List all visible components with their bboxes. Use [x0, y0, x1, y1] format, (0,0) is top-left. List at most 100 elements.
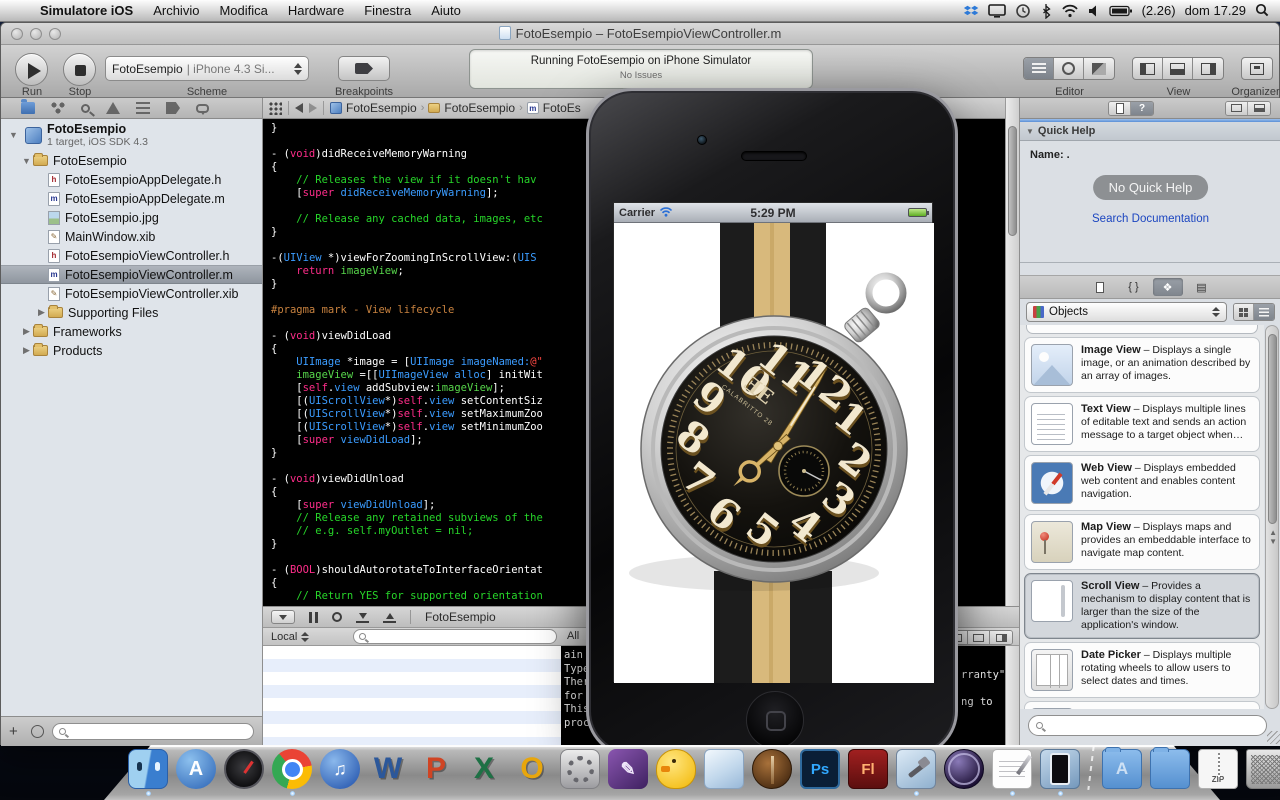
battery-icon[interactable] — [1109, 5, 1133, 17]
debug-navigator-icon[interactable] — [196, 104, 209, 113]
partial-library-item[interactable] — [1026, 325, 1258, 334]
code-line[interactable]: { — [271, 161, 543, 174]
breadcrumb-segment[interactable]: FotoEsempio — [428, 101, 515, 115]
disclosure-triangle[interactable]: ▶ — [20, 345, 33, 356]
code-line[interactable] — [271, 551, 543, 564]
code-line[interactable] — [271, 200, 543, 213]
code-line[interactable]: - (void)viewDidUnload — [271, 473, 543, 486]
navigator-filter-field[interactable] — [52, 723, 254, 740]
file-row[interactable]: ▶Products — [1, 341, 262, 360]
breadcrumb-segment[interactable]: mFotoEs — [527, 101, 581, 115]
dock-item-crystal[interactable] — [702, 749, 746, 796]
battery-percent[interactable]: (2.26) — [1142, 3, 1176, 18]
code-line[interactable]: return imageView; — [271, 265, 543, 278]
document-proxy-icon[interactable] — [499, 26, 511, 40]
dock-item-applications[interactable]: A — [1100, 749, 1144, 796]
library-item-picker-view[interactable]: Picker View – Displays a spinning-wheel … — [1024, 701, 1260, 709]
issue-navigator-icon[interactable] — [106, 102, 120, 114]
code-line[interactable]: // Release any retained subviews of the — [271, 512, 543, 525]
project-navigator-icon[interactable] — [21, 102, 35, 114]
home-button[interactable] — [746, 691, 804, 749]
step-out-button[interactable] — [383, 611, 396, 623]
menu-item-modifica[interactable]: Modifica — [209, 0, 277, 22]
menu-item-aiuto[interactable]: Aiuto — [421, 0, 471, 22]
quick-help-inspector-button[interactable]: ? — [1131, 102, 1153, 115]
code-line[interactable]: // Return YES for supported orientation — [271, 590, 543, 603]
dock-item-dashboard[interactable] — [222, 749, 266, 796]
code-line[interactable]: UIImage *image = [UIImage imageNamed:@" — [271, 356, 543, 369]
scrollbar-thumb[interactable] — [1268, 334, 1277, 524]
file-row[interactable]: ▶Supporting Files — [1, 303, 262, 322]
display-icon[interactable] — [988, 3, 1006, 19]
code-line[interactable]: [super didReceiveMemoryWarning]; — [271, 187, 543, 200]
file-row[interactable]: ✎MainWindow.xib — [1, 227, 262, 246]
step-into-button[interactable] — [356, 611, 369, 623]
dock-item-flash[interactable]: Fl — [846, 749, 890, 796]
dock-item-finder[interactable] — [126, 749, 170, 796]
file-inspector-button[interactable] — [1109, 102, 1131, 115]
file-row[interactable]: mFotoEsempioAppDelegate.m — [1, 189, 262, 208]
pause-button[interactable] — [309, 612, 318, 623]
variables-filter-field[interactable] — [353, 629, 557, 644]
organizer-button[interactable] — [1242, 58, 1272, 79]
assistant-editor-button[interactable] — [1054, 58, 1084, 79]
step-over-button[interactable] — [332, 612, 342, 622]
dock-item-google-chrome[interactable] — [270, 749, 314, 796]
code-line[interactable]: - (void)viewDidLoad — [271, 330, 543, 343]
code-line[interactable] — [271, 317, 543, 330]
console-view-button[interactable] — [990, 631, 1012, 644]
library-item-date-view[interactable]: Date Picker – Displays multiple rotating… — [1024, 642, 1260, 698]
bluetooth-icon[interactable] — [1040, 3, 1052, 19]
wifi-icon[interactable] — [1061, 4, 1079, 18]
code-line[interactable]: } — [271, 278, 543, 291]
back-button[interactable] — [295, 103, 303, 113]
console-output-popup[interactable]: All — [567, 630, 579, 642]
file-row[interactable]: ▶Frameworks — [1, 322, 262, 341]
quick-help-header[interactable]: ▼ Quick Help — [1020, 122, 1280, 141]
breadcrumb-segment[interactable]: FotoEsempio — [330, 101, 417, 115]
code-line[interactable]: { — [271, 343, 543, 356]
ios-simulator-window[interactable]: Carrier 5:29 PM — [586, 88, 958, 757]
code-line[interactable]: [super viewDidLoad]; — [271, 434, 543, 447]
menu-item-hardware[interactable]: Hardware — [278, 0, 354, 22]
dock-item-system-preferences[interactable] — [558, 749, 602, 796]
library-item-scroll-view[interactable]: Scroll View – Provides a mechanism to di… — [1024, 573, 1260, 639]
code-line[interactable]: } — [271, 122, 543, 135]
dock-item-garageband[interactable] — [750, 749, 794, 796]
utility-bottom-button[interactable] — [1248, 102, 1270, 115]
code-line[interactable]: // e.g. self.myOutlet = nil; — [271, 525, 543, 538]
dock-item-textedit[interactable] — [990, 749, 1034, 796]
file-row[interactable]: ▼FotoEsempio — [1, 151, 262, 170]
code-snippet-library-button[interactable]: { } — [1119, 278, 1149, 296]
code-line[interactable]: { — [271, 577, 543, 590]
split-view-button[interactable] — [968, 631, 990, 644]
dock-item-itunes[interactable]: ♫ — [318, 749, 362, 796]
library-item-web-view[interactable]: Web View – Displays embedded web content… — [1024, 455, 1260, 511]
version-editor-button[interactable] — [1084, 58, 1114, 79]
navigator-panel-button[interactable] — [1133, 58, 1163, 79]
dock-item-microsoft-word[interactable]: W — [366, 749, 410, 796]
photo-app-content[interactable]: 112233445566778899101011111212 ƎE CALABR… — [614, 223, 934, 683]
dock-item-microsoft-excel[interactable]: X — [462, 749, 506, 796]
object-library-button[interactable]: ❖ — [1153, 278, 1183, 296]
project-row[interactable]: ▼ FotoEsempio 1 target, iOS SDK 4.3 — [1, 119, 262, 151]
time-machine-icon[interactable] — [1015, 3, 1031, 19]
code-line[interactable]: [(UIScrollView*)self.view setContentSiz — [271, 395, 543, 408]
dock-item-microsoft-powerpoint[interactable]: P — [414, 749, 458, 796]
dock-item-app-store[interactable]: A — [174, 749, 218, 796]
search-documentation-link[interactable]: Search Documentation — [1092, 213, 1209, 225]
disclosure-triangle[interactable]: ▼ — [7, 130, 20, 140]
stop-button[interactable] — [63, 53, 96, 86]
code-line[interactable]: [super viewDidUnload]; — [271, 499, 543, 512]
disclosure-triangle[interactable]: ▶ — [35, 307, 48, 318]
code-line[interactable]: [(UIScrollView*)self.view setMaximumZoo — [271, 408, 543, 421]
code-line[interactable]: // Release any cached data, images, etc — [271, 213, 543, 226]
variables-scope-popup[interactable]: Local — [271, 631, 309, 643]
dock-item-archive-zip[interactable]: ZIP — [1196, 749, 1240, 796]
file-row[interactable]: hFotoEsempioViewController.h — [1, 246, 262, 265]
file-row[interactable]: hFotoEsempioAppDelegate.h — [1, 170, 262, 189]
grid-view-button[interactable] — [1234, 304, 1254, 320]
forward-button[interactable] — [309, 103, 317, 113]
file-row[interactable]: mFotoEsempioViewController.m — [1, 265, 262, 284]
code-line[interactable]: -(UIView *)viewForZoomingInScrollView:(U… — [271, 252, 543, 265]
